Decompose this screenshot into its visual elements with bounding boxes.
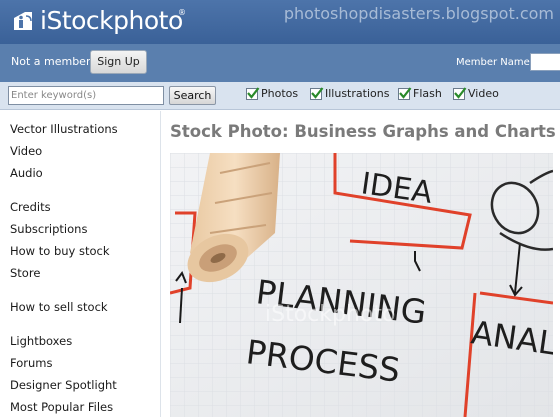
istockphoto-logo-icon[interactable] xyxy=(10,8,36,34)
photos-checkbox[interactable] xyxy=(246,86,260,100)
search-button[interactable]: Search xyxy=(169,86,216,105)
checkmark-icon xyxy=(454,86,467,99)
filter-video[interactable]: Video xyxy=(453,86,499,100)
sidebar-item-how-to-sell-stock[interactable]: How to sell stock xyxy=(10,300,108,314)
checkmark-icon xyxy=(399,86,412,99)
blog-watermark: photoshopdisasters.blogspot.com xyxy=(283,4,554,23)
sidebar-divider xyxy=(160,111,161,417)
page-title: Stock Photo: Business Graphs and Charts xyxy=(170,122,556,141)
site-header: iStockphoto ® photoshopdisasters.blogspo… xyxy=(0,0,560,44)
filter-illustrations-label: Illustrations xyxy=(325,87,390,100)
filter-illustrations[interactable]: Illustrations xyxy=(310,86,390,100)
filter-flash[interactable]: Flash xyxy=(398,86,442,100)
not-member-text: Not a member? xyxy=(11,55,97,68)
member-name-input[interactable] xyxy=(530,53,560,71)
video-checkbox[interactable] xyxy=(453,86,467,100)
filter-flash-label: Flash xyxy=(413,87,442,100)
search-bar: Enter keyword(s) Search Photos Illustrat… xyxy=(0,82,560,110)
logo-registered-mark: ® xyxy=(178,8,186,17)
flash-checkbox[interactable] xyxy=(398,86,412,100)
logo-text[interactable]: iStockphoto xyxy=(40,6,183,35)
illustrations-checkbox[interactable] xyxy=(310,86,324,100)
sidebar-item-audio[interactable]: Audio xyxy=(10,166,43,180)
filter-photos-label: Photos xyxy=(261,87,299,100)
sidebar-item-designer-spotlight[interactable]: Designer Spotlight xyxy=(10,378,117,392)
sidebar-item-lightboxes[interactable]: Lightboxes xyxy=(10,334,72,348)
sidebar-item-subscriptions[interactable]: Subscriptions xyxy=(10,222,87,236)
filter-video-label: Video xyxy=(468,87,499,100)
sidebar-item-video[interactable]: Video xyxy=(10,144,42,158)
checkmark-icon xyxy=(247,86,260,99)
member-name-label: Member Name xyxy=(456,57,530,68)
photo-watermark: iStockphoto xyxy=(265,302,395,327)
sidebar-item-most-popular-files[interactable]: Most Popular Files xyxy=(10,400,113,414)
keyword-search-input[interactable]: Enter keyword(s) xyxy=(8,86,164,105)
sidebar-item-store[interactable]: Store xyxy=(10,266,40,280)
sidebar-item-forums[interactable]: Forums xyxy=(10,356,52,370)
sign-up-button[interactable]: Sign Up xyxy=(90,50,147,74)
member-bar: Not a member? Sign Up Member Name xyxy=(0,44,560,82)
sidebar-item-vector-illustrations[interactable]: Vector Illustrations xyxy=(10,122,118,136)
sidebar-item-how-to-buy-stock[interactable]: How to buy stock xyxy=(10,244,110,258)
checkmark-icon xyxy=(311,86,324,99)
sidebar-item-credits[interactable]: Credits xyxy=(10,200,51,214)
sidebar-nav: Vector Illustrations Video Audio Credits… xyxy=(0,111,160,417)
filter-photos[interactable]: Photos xyxy=(246,86,299,100)
stock-photo-image[interactable]: IDEA PLANNING PROCESS ANAL iStockphoto xyxy=(170,153,553,417)
